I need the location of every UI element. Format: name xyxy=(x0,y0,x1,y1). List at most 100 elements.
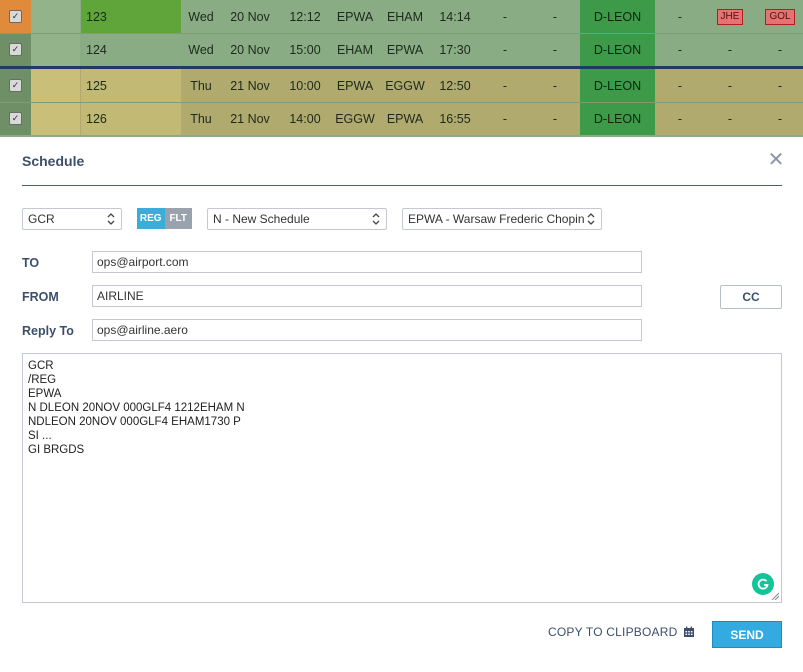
date-cell: 20 Nov xyxy=(230,42,270,57)
day-cell: Wed xyxy=(188,9,214,24)
crew-cell: - xyxy=(727,78,733,93)
toggle-flt-option[interactable]: FLT xyxy=(164,208,192,229)
reg-flt-toggle[interactable]: REG FLT xyxy=(137,208,192,229)
flight-row[interactable]: ✓ 126 Thu 21 Nov 14:00 EGGW EPWA 16:55 - - D-LEON -… xyxy=(0,102,803,135)
checkbox-checked-icon[interactable]: ✓ xyxy=(9,10,22,23)
date-cell: 20 Nov xyxy=(230,9,270,24)
departure-airport-cell: EHAM xyxy=(336,42,374,57)
date-cell: 21 Nov xyxy=(230,78,270,93)
date-cell: 21 Nov xyxy=(230,111,270,126)
crew-cell: - xyxy=(777,42,783,57)
arrival-airport-cell: EPWA xyxy=(386,111,424,126)
message-textarea[interactable]: GCR/REG EPWA N DLEON 20NOV 000GLF4 1212EHA… xyxy=(22,353,782,603)
from-label: FROM xyxy=(22,290,59,304)
flight-number-cell: 123 xyxy=(81,0,181,33)
flight-row[interactable]: ✓ 124 Wed 20 Nov 15:00 EHAM EPWA 17:30 - - D-LEON -… xyxy=(0,33,803,66)
message-lines: GCR/REG EPWA N DLEON 20NOV 000GLF4 1212EHA… xyxy=(23,354,781,457)
copy-to-clipboard-button[interactable]: COPY TO CLIPBOARD xyxy=(548,625,695,639)
message-type-select[interactable]: GCR xyxy=(22,208,122,230)
message-line: NDLEON 20NOV 000GLF4 EHAM1730 P xyxy=(28,416,241,428)
arrival-airport-cell: EHAM xyxy=(386,9,424,24)
departure-airport-cell: EGGW xyxy=(335,111,375,126)
status-cell: - xyxy=(552,111,558,126)
select-caret-icon xyxy=(106,212,116,226)
crew-tag[interactable]: JHE xyxy=(716,8,744,25)
registration-cell: D-LEON xyxy=(580,33,655,66)
modal-title: Schedule xyxy=(22,153,85,169)
schedule-modal: Schedule ✕ GCR REG FLT N - New Schedule … xyxy=(0,137,803,672)
status-cell: - xyxy=(552,78,558,93)
registration-cell: D-LEON xyxy=(580,69,655,102)
from-field[interactable]: AIRLINE xyxy=(92,285,642,307)
row-checkbox-cell[interactable]: ✓ xyxy=(0,0,31,33)
departure-time-cell: 12:12 xyxy=(289,9,321,24)
spacer-cell xyxy=(31,102,80,135)
crew-cell: - xyxy=(727,42,733,57)
resize-handle-icon[interactable] xyxy=(771,592,779,600)
status-cell: - xyxy=(677,42,683,57)
status-cell: - xyxy=(552,9,558,24)
status-cell: - xyxy=(677,9,683,24)
checkbox-checked-icon[interactable]: ✓ xyxy=(9,43,22,56)
flights-table: ✓ 123 Wed 20 Nov 12:12 EPWA EHAM 14:14 - - D-LEON -… xyxy=(0,0,803,137)
flight-number-cell: 125 xyxy=(81,69,181,102)
group-separator xyxy=(0,66,803,69)
departure-airport-cell: EPWA xyxy=(336,78,374,93)
arrival-airport-cell: EPWA xyxy=(386,42,424,57)
crew-tag[interactable]: GOL xyxy=(765,8,795,25)
spacer-cell xyxy=(31,0,80,33)
copy-label: COPY TO CLIPBOARD xyxy=(548,625,678,639)
arrival-time-cell: 14:14 xyxy=(439,9,471,24)
flight-number-cell: 126 xyxy=(81,102,181,135)
arrival-time-cell: 12:50 xyxy=(439,78,471,93)
select-caret-icon xyxy=(371,212,381,226)
status-cell: - xyxy=(502,111,508,126)
status-cell: - xyxy=(502,42,508,57)
crew-cell: - xyxy=(777,111,783,126)
cc-button[interactable]: CC xyxy=(720,285,782,309)
checkbox-checked-icon[interactable]: ✓ xyxy=(9,112,22,125)
row-separator xyxy=(0,102,803,103)
select-caret-icon xyxy=(586,212,596,226)
crew-tag-cell: JHE xyxy=(708,0,752,33)
send-button[interactable]: SEND xyxy=(712,621,782,648)
departure-time-cell: 10:00 xyxy=(289,78,321,93)
departure-airport-cell: EPWA xyxy=(336,9,374,24)
to-label: TO xyxy=(22,256,40,270)
status-cell: - xyxy=(502,78,508,93)
title-divider xyxy=(22,185,782,186)
schedule-type-value: N - New Schedule xyxy=(213,212,310,226)
status-cell: - xyxy=(677,111,683,126)
message-line: GCR xyxy=(28,360,54,372)
arrival-airport-cell: EGGW xyxy=(385,78,425,93)
row-separator xyxy=(0,33,803,34)
row-checkbox-cell[interactable]: ✓ xyxy=(0,33,31,66)
airport-select[interactable]: EPWA - Warsaw Frederic Chopin xyxy=(402,208,602,230)
close-icon[interactable]: ✕ xyxy=(767,150,785,170)
to-field[interactable]: ops@airport.com xyxy=(92,251,642,273)
day-cell: Thu xyxy=(190,78,212,93)
status-cell: - xyxy=(552,42,558,57)
flight-row[interactable]: ✓ 125 Thu 21 Nov 10:00 EPWA EGGW 12:50 - - D-LEON -… xyxy=(0,69,803,102)
day-cell: Wed xyxy=(188,42,214,57)
flight-row[interactable]: ✓ 123 Wed 20 Nov 12:12 EPWA EHAM 14:14 - - D-LEON -… xyxy=(0,0,803,33)
status-cell: - xyxy=(677,78,683,93)
flight-number-cell: 124 xyxy=(81,33,181,66)
arrival-time-cell: 16:55 xyxy=(439,111,471,126)
reply-to-label: Reply To xyxy=(22,324,74,338)
message-line: EPWA xyxy=(28,388,62,400)
arrival-time-cell: 17:30 xyxy=(439,42,471,57)
message-line: SI ... xyxy=(28,430,52,442)
registration-cell: D-LEON xyxy=(580,102,655,135)
departure-time-cell: 14:00 xyxy=(289,111,321,126)
checkbox-checked-icon[interactable]: ✓ xyxy=(9,79,22,92)
departure-time-cell: 15:00 xyxy=(289,42,321,57)
row-checkbox-cell[interactable]: ✓ xyxy=(0,69,31,102)
row-checkbox-cell[interactable]: ✓ xyxy=(0,102,31,135)
crew-cell: - xyxy=(777,78,783,93)
message-line: N DLEON 20NOV 000GLF4 1212EHAM N xyxy=(28,402,245,414)
registration-cell: D-LEON xyxy=(580,0,655,33)
toggle-reg-option[interactable]: REG xyxy=(137,208,165,229)
reply-to-field[interactable]: ops@airline.aero xyxy=(92,319,642,341)
schedule-type-select[interactable]: N - New Schedule xyxy=(207,208,387,230)
